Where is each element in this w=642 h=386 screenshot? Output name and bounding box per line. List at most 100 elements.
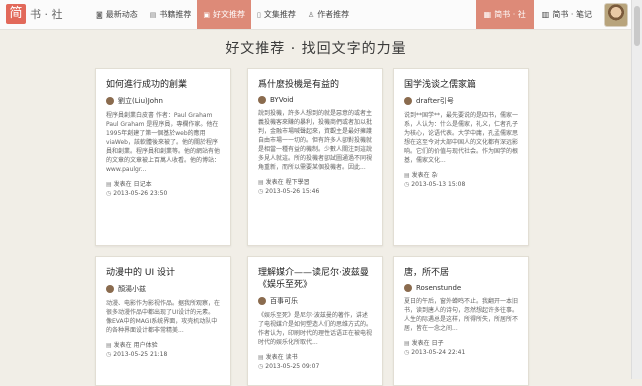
author-avatar — [258, 297, 266, 305]
author-avatar — [404, 97, 412, 105]
author-name: 劉立(Liu)John — [118, 97, 163, 105]
book-icon: ▤ — [149, 10, 157, 19]
article-excerpt: 说到**国学**，最先要说的是四书，儒家一系，人认为：什么是儒家，礼义，仁者孔子… — [404, 112, 519, 164]
author-avatar — [404, 284, 412, 292]
nav-latest-label: 最新动态 — [105, 10, 138, 19]
article-date: ◷ 2013-05-13 15:08 — [404, 180, 518, 189]
jianshu-club-link[interactable]: ▦ 简书 · 社 — [475, 0, 534, 29]
jianshu-club-label: 简书 · 社 — [494, 10, 526, 19]
file-icon: ▯ — [257, 10, 261, 19]
article-collection[interactable]: ▤ 发表在 用户体验 — [106, 341, 220, 350]
article-collection[interactable]: ▤ 发表在 程下學習 — [258, 178, 372, 187]
article-date: ◷ 2013-05-24 22:41 — [404, 348, 518, 357]
article-title[interactable]: 如何進行成功的創業 — [106, 79, 220, 91]
nav-collections[interactable]: ▯ 文集推荐 — [251, 0, 302, 29]
article-card[interactable]: 唐，所不居 Rosenstunde 夏日的午后，窗外蝉鸣不止。我翻开一本旧书，读… — [393, 256, 529, 386]
user-avatar[interactable] — [604, 3, 628, 27]
article-excerpt: 說到投機，許多人想到的就是惡意的或者主義投機客來賺的暴利，投機商們或者加以批判，… — [258, 110, 373, 171]
collection-icon: ▤ — [106, 181, 112, 188]
author-name: 百事可乐 — [270, 297, 298, 305]
article-collection[interactable]: ▤ 发表在 日子 — [404, 339, 518, 348]
article-author[interactable]: Rosenstunde — [404, 284, 518, 292]
article-date: ◷ 2013-05-26 15:46 — [258, 187, 372, 196]
collection-icon: ▤ — [258, 354, 264, 361]
logo-mark: 简 — [6, 4, 26, 24]
article-collection[interactable]: ▤ 发表在 读书 — [258, 353, 372, 362]
date-label: 2013-05-24 22:41 — [411, 349, 466, 356]
article-author[interactable]: 顏湯小兹 — [106, 284, 220, 294]
collection-icon: ▤ — [404, 340, 410, 347]
clock-icon: ◷ — [258, 188, 264, 195]
user-icon: ♙ — [307, 10, 315, 19]
date-label: 2013-05-26 15:46 — [265, 188, 320, 195]
collection-label: 发表在 用户体验 — [113, 342, 158, 349]
page-heading: 好文推荐 · 找回文字的力量 — [225, 41, 407, 57]
nav-collections-label: 文集推荐 — [263, 10, 296, 19]
article-author[interactable]: BYVoid — [258, 96, 372, 104]
date-label: 2013-05-25 21:18 — [113, 351, 168, 358]
article-author[interactable]: drafter引号 — [404, 96, 518, 106]
author-name: BYVoid — [270, 96, 294, 104]
article-author[interactable]: 百事可乐 — [258, 296, 372, 306]
author-avatar — [106, 97, 114, 105]
collection-label: 发表在 杂 — [411, 172, 438, 179]
nav-authors[interactable]: ♙ 作者推荐 — [302, 0, 355, 29]
main-nav: ◙ 最新动态 ▤ 书籍推荐 ▣ 好文推荐 ▯ 文集推荐 ♙ 作者推荐 — [90, 0, 355, 29]
page-scrollbar[interactable] — [631, 0, 642, 379]
jianshu-notes-link[interactable]: ▥ 简书 · 笔记 — [534, 0, 600, 29]
nav-books-label: 书籍推荐 — [159, 10, 192, 19]
clock-icon: ◷ — [404, 349, 410, 356]
date-label: 2013-05-26 23:50 — [113, 190, 168, 197]
article-card[interactable]: 理解媒介——读尼尔·波兹曼《娱乐至死》 百事可乐 《娱乐至死》是尼尔·波兹曼的著… — [247, 256, 383, 386]
logo-text: 书 · 社 — [30, 8, 63, 21]
article-title[interactable]: 动漫中的 UI 设计 — [106, 267, 220, 279]
top-navbar: 简 书 · 社 ◙ 最新动态 ▤ 书籍推荐 ▣ 好文推荐 ▯ 文集推荐 ♙ 作者推荐 ▦ 简… — [0, 0, 632, 30]
nav-articles[interactable]: ▣ 好文推荐 — [197, 0, 252, 29]
site-logo[interactable]: 简 书 · 社 — [6, 4, 63, 24]
jianshu-notes-label: 简书 · 笔记 — [552, 10, 592, 19]
nav-right: ▦ 简书 · 社 ▥ 简书 · 笔记 — [475, 0, 632, 29]
article-card[interactable]: 爲什麼投機是有益的 BYVoid 說到投機，許多人想到的就是惡意的或者主義投機客… — [247, 68, 383, 246]
article-collection[interactable]: ▤ 发表在 杂 — [404, 171, 518, 180]
gift-icon: ▦ — [483, 10, 492, 19]
nav-books[interactable]: ▤ 书籍推荐 — [144, 0, 198, 29]
article-collection[interactable]: ▤ 发表在 日记本 — [106, 180, 220, 189]
collection-label: 发表在 日记本 — [113, 181, 152, 188]
clock-icon: ◷ — [106, 351, 112, 358]
article-title[interactable]: 爲什麼投機是有益的 — [258, 79, 372, 91]
collection-icon: ▤ — [258, 179, 264, 186]
date-label: 2013-05-13 15:08 — [411, 181, 466, 188]
author-name: Rosenstunde — [416, 284, 462, 292]
article-title[interactable]: 理解媒介——读尼尔·波兹曼《娱乐至死》 — [258, 267, 372, 291]
article-excerpt: 程序員創業白皮書 作者：Paul Graham Paul Graham 是程序員… — [106, 112, 221, 173]
collection-icon: ▤ — [404, 172, 410, 179]
author-avatar — [258, 96, 266, 104]
article-date: ◷ 2013-05-25 09:07 — [258, 362, 372, 371]
nav-articles-label: 好文推荐 — [213, 10, 246, 19]
article-excerpt: 动漫、电影作为影视作品。据我所观察，在很多动漫作品中都出现了UI设计的元素。像E… — [106, 300, 221, 334]
clock-icon: ◷ — [258, 363, 264, 370]
article-title[interactable]: 唐，所不居 — [404, 267, 518, 279]
document-icon: ▣ — [203, 10, 211, 19]
collection-label: 发表在 日子 — [411, 340, 444, 347]
rss-icon: ◙ — [96, 10, 103, 19]
author-name: 顏湯小兹 — [118, 285, 146, 293]
article-card[interactable]: 如何進行成功的創業 劉立(Liu)John 程序員創業白皮書 作者：Paul G… — [95, 68, 231, 246]
date-label: 2013-05-25 09:07 — [265, 363, 320, 370]
scrollbar-thumb[interactable] — [634, 6, 640, 46]
collection-label: 发表在 程下學習 — [265, 179, 310, 186]
author-name: drafter引号 — [416, 97, 454, 105]
article-excerpt: 夏日的午后，窗外蝉鸣不止。我翻开一本旧书，读到唐人的诗句，忽然想起许多往事。人生… — [404, 298, 519, 332]
author-avatar — [106, 285, 114, 293]
clock-icon: ◷ — [404, 181, 410, 188]
collection-icon: ▤ — [106, 342, 112, 349]
collection-label: 发表在 读书 — [265, 354, 298, 361]
article-card[interactable]: 动漫中的 UI 设计 顏湯小兹 动漫、电影作为影视作品。据我所观察，在很多动漫作… — [95, 256, 231, 386]
clock-icon: ◷ — [106, 190, 112, 197]
nav-authors-label: 作者推荐 — [317, 10, 350, 19]
notebook-icon: ▥ — [541, 10, 550, 19]
article-title[interactable]: 国学浅谈之儒家篇 — [404, 79, 518, 91]
article-author[interactable]: 劉立(Liu)John — [106, 96, 220, 106]
article-card[interactable]: 国学浅谈之儒家篇 drafter引号 说到**国学**，最先要说的是四书，儒家一… — [393, 68, 529, 246]
nav-latest[interactable]: ◙ 最新动态 — [90, 0, 144, 29]
